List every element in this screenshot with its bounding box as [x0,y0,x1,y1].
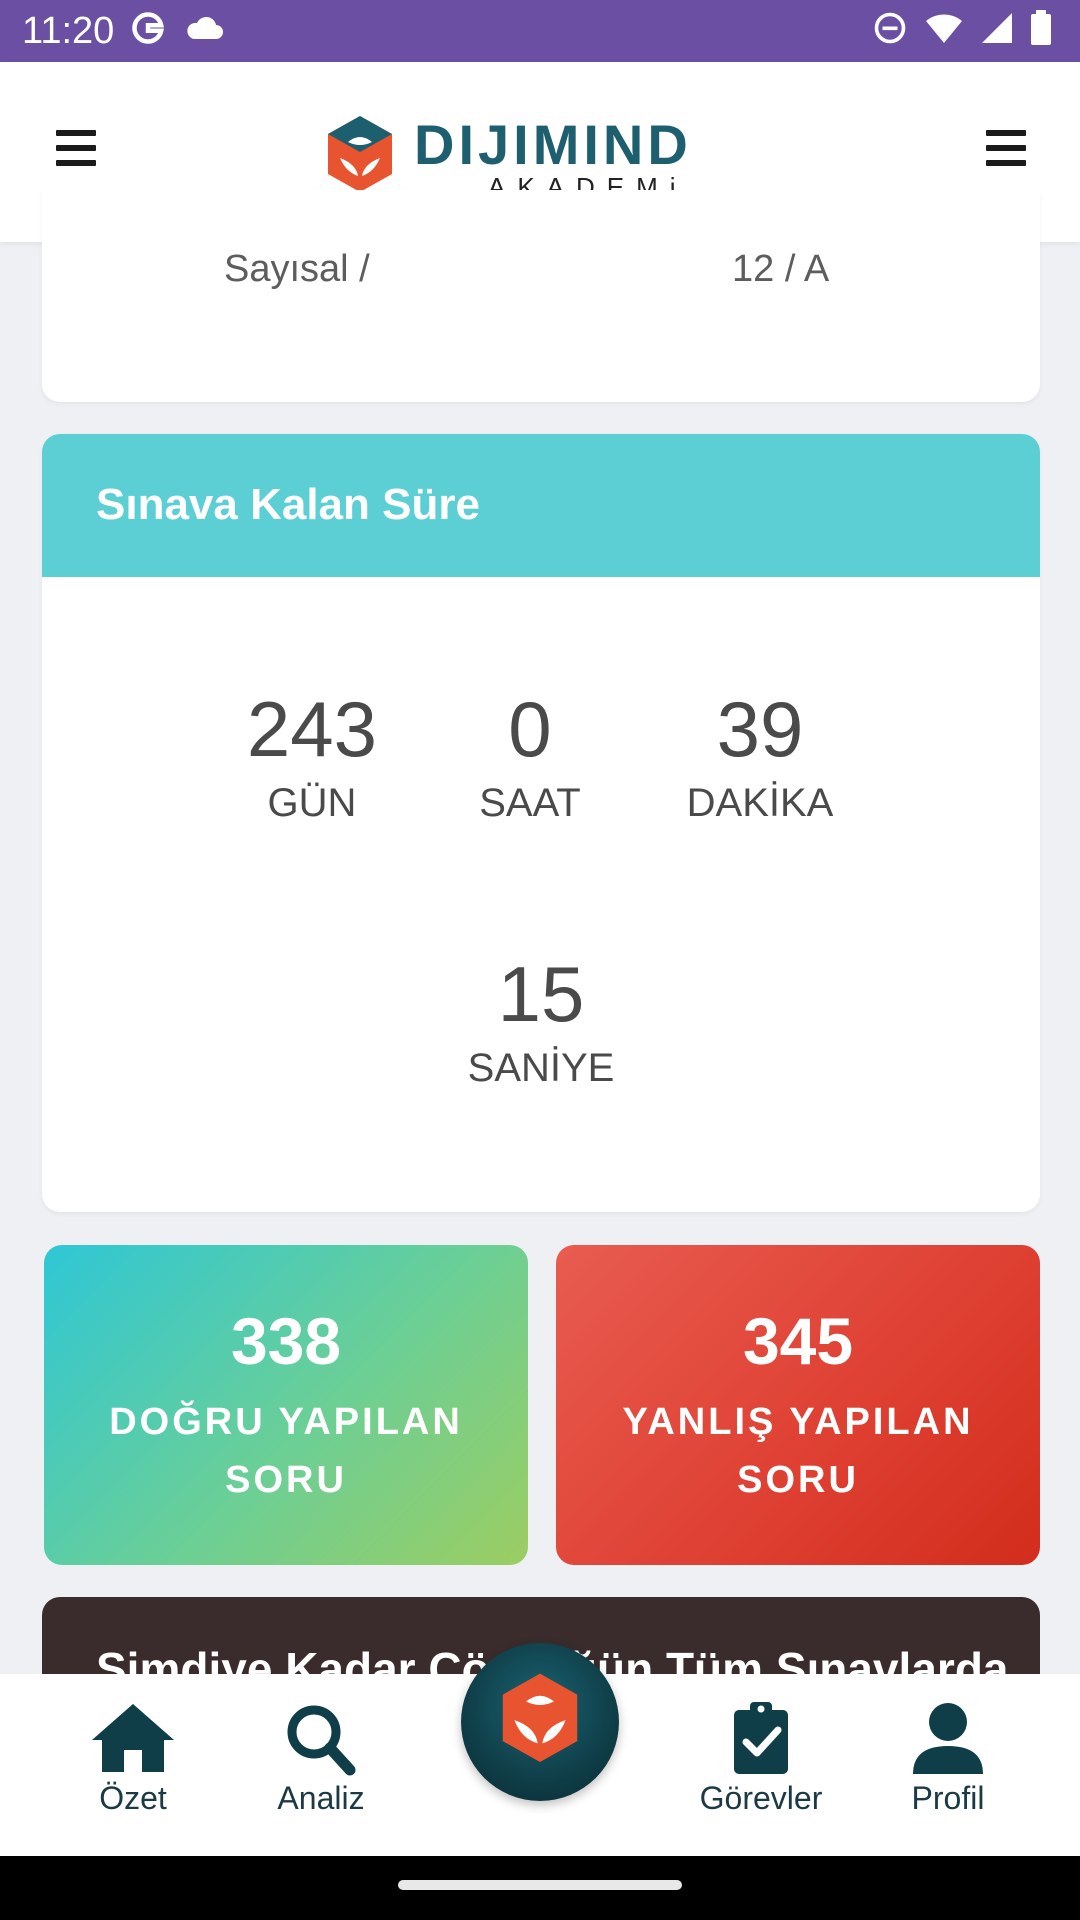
clipboard-check-icon [734,1702,788,1774]
correct-answers-card[interactable]: 338 DOĞRU YAPILAN SORU [44,1245,528,1565]
field-text: Sayısal / [224,248,370,290]
countdown-hours: 0 SAAT [420,684,640,826]
signal-icon [980,11,1014,50]
nav-label-ozet: Özet [99,1780,167,1816]
countdown-minutes: 39 DAKİKA [650,684,870,826]
do-not-disturb-icon [872,10,908,51]
center-home-button[interactable] [461,1643,619,1801]
wrong-label: YANLIŞ YAPILAN SORU [622,1401,974,1501]
days-label: GÜN [267,781,357,825]
nav-item-analiz[interactable]: Analiz [246,1700,396,1817]
brand-title: DIJIMIND [414,113,692,176]
home-gesture-pill[interactable] [398,1880,682,1890]
nav-label-profil: Profil [911,1780,985,1816]
wrong-count: 345 [742,1304,854,1378]
dijimind-logo-icon [328,116,392,192]
nav-label-analiz: Analiz [277,1780,365,1816]
correct-label: DOĞRU YAPILAN SORU [109,1401,463,1501]
countdown-title: Sınava Kalan Süre [96,480,480,529]
days-value: 243 [246,685,378,773]
dijimind-logo-icon [502,1673,578,1763]
profile-info-card: Sayısal / 12 / A [42,190,1040,402]
search-icon [287,1705,356,1776]
cloud-icon [184,13,224,48]
nav-item-gorevler[interactable]: Görevler [686,1700,836,1817]
wrong-answers-card[interactable]: 345 YANLIŞ YAPILAN SORU [556,1245,1040,1565]
user-icon [913,1703,983,1774]
exam-countdown-card: Sınava Kalan Süre 243 GÜN 0 SAAT 39 DAKİ… [42,434,1040,1212]
wifi-icon [924,11,964,50]
system-navigation-bar [0,1856,1080,1920]
menu-left-button[interactable] [56,130,96,170]
brand-logo: DIJIMIND AKADEMi [320,112,770,202]
menu-right-button[interactable] [986,130,1026,170]
countdown-seconds: 15 SANİYE [431,949,651,1091]
countdown-days: 243 GÜN [202,684,422,826]
seconds-label: SANİYE [467,1046,615,1090]
minutes-label: DAKİKA [686,781,834,825]
hours-value: 0 [508,685,552,773]
nav-item-ozet[interactable]: Özet [58,1700,208,1817]
class-text: 12 / A [732,248,830,290]
status-time: 11:20 [22,10,115,52]
battery-icon [1030,10,1052,51]
nav-item-profil[interactable]: Profil [873,1700,1023,1817]
correct-count: 338 [230,1304,342,1378]
hours-label: SAAT [479,781,581,825]
status-bar: 11:20 [0,0,1080,62]
nav-label-gorevler: Görevler [699,1780,823,1816]
countdown-header: Sınava Kalan Süre [42,434,1040,577]
seconds-value: 15 [497,950,585,1038]
home-icon [92,1704,174,1772]
minutes-value: 39 [716,685,804,773]
google-icon [130,10,166,51]
